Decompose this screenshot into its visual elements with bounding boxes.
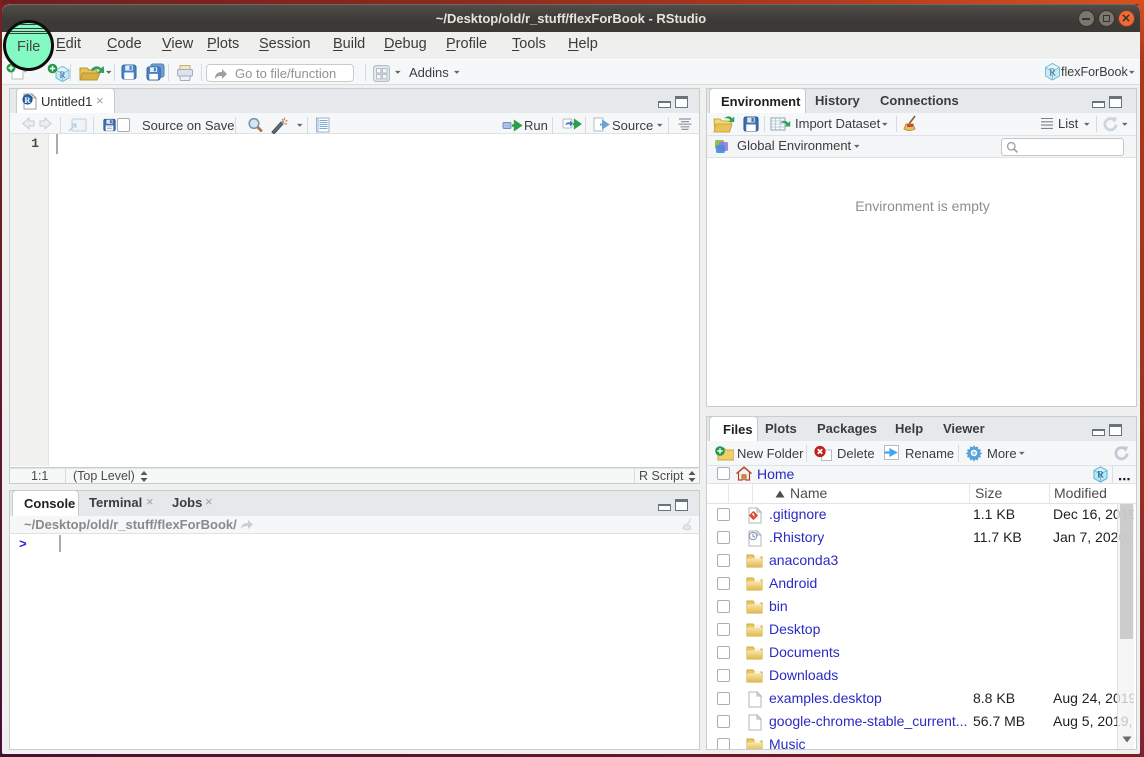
svg-text:R: R bbox=[1097, 470, 1104, 480]
svg-text:R: R bbox=[24, 95, 31, 105]
svg-text:R: R bbox=[59, 70, 65, 80]
svg-text:R: R bbox=[1049, 68, 1056, 79]
